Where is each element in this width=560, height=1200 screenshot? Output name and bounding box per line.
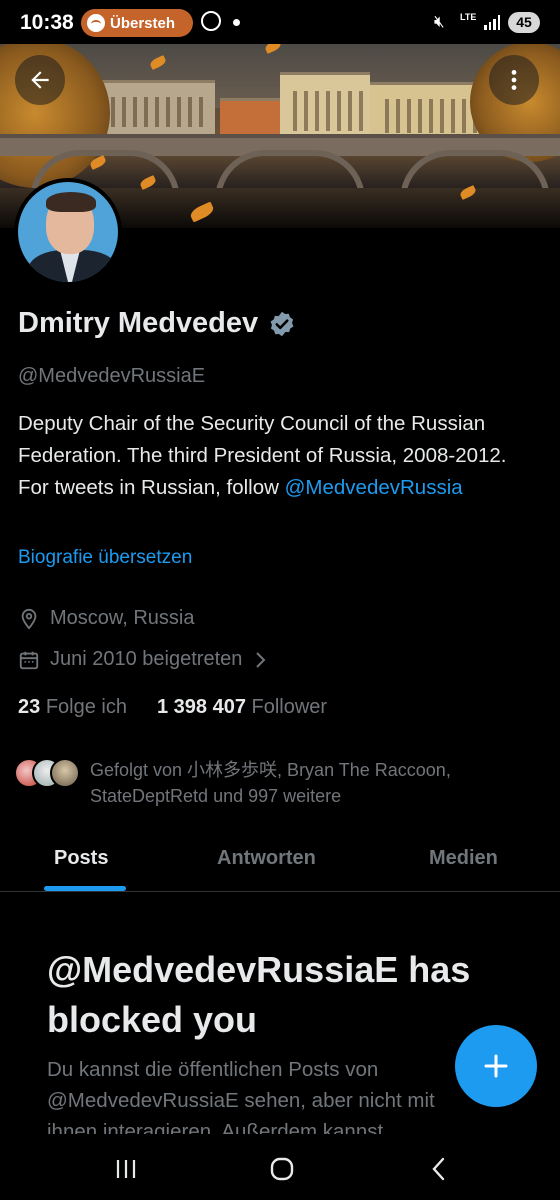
followed-by-avatars[interactable] bbox=[14, 758, 80, 788]
media-app-label: Übersteh bbox=[110, 14, 176, 32]
translate-bio-link[interactable]: Biografie übersetzen bbox=[18, 547, 192, 569]
mute-icon: 🔇︎ bbox=[434, 12, 445, 31]
spotify-icon bbox=[87, 14, 105, 32]
followed-by-text[interactable]: Gefolgt von 小林多歩咲, Bryan The Raccoon, St… bbox=[90, 757, 540, 809]
status-bar: 10:38 Übersteh 🔇︎ LTE 45 bbox=[0, 0, 560, 44]
active-tab-indicator bbox=[44, 886, 126, 891]
followers-stat[interactable]: 1 398 407 Follower bbox=[157, 696, 327, 719]
profile-handle: @MedvedevRussiaE bbox=[18, 365, 206, 387]
profile-name-row: Dmitry Medvedev bbox=[18, 307, 296, 340]
verified-badge-icon[interactable] bbox=[268, 310, 296, 338]
profile-location: Moscow, Russia bbox=[50, 607, 195, 629]
status-time: 10:38 bbox=[20, 11, 74, 34]
profile-bio: Deputy Chair of the Security Council of … bbox=[18, 408, 518, 504]
media-notification-chip[interactable]: Übersteh bbox=[81, 9, 193, 37]
following-stat[interactable]: 23 Folge ich bbox=[18, 696, 127, 719]
profile-name: Dmitry Medvedev bbox=[18, 307, 259, 339]
more-vertical-icon bbox=[511, 70, 517, 90]
avatar[interactable] bbox=[14, 178, 122, 286]
compose-button[interactable] bbox=[455, 1025, 537, 1107]
location-pin-icon bbox=[21, 608, 37, 630]
chevron-right-icon bbox=[256, 651, 266, 668]
notification-dot-icon bbox=[233, 19, 240, 26]
profile-tabs: Posts Antworten Medien bbox=[0, 830, 560, 892]
bio-mention-link[interactable]: @MedvedevRussia bbox=[285, 476, 463, 499]
following-label: Folge ich bbox=[45, 696, 127, 718]
recent-apps-button[interactable] bbox=[111, 1154, 141, 1184]
system-back-button[interactable] bbox=[424, 1154, 454, 1184]
tab-posts[interactable]: Posts bbox=[54, 847, 108, 870]
tab-media[interactable]: Medien bbox=[429, 847, 498, 870]
followers-count: 1 398 407 bbox=[156, 696, 246, 718]
followers-label: Follower bbox=[251, 696, 328, 718]
joined-row[interactable]: Juni 2010 beigetreten bbox=[18, 648, 268, 671]
back-button[interactable] bbox=[15, 55, 65, 105]
follow-stats: 23 Folge ich 1 398 407 Follower bbox=[18, 696, 327, 719]
plus-icon bbox=[484, 1054, 508, 1078]
following-count: 23 bbox=[18, 696, 41, 718]
tab-replies[interactable]: Antworten bbox=[217, 847, 316, 870]
whatsapp-icon bbox=[201, 11, 221, 31]
signal-icon bbox=[484, 14, 500, 30]
blocked-title: @MedvedevRussiaE has blocked you bbox=[47, 949, 471, 1040]
more-options-button[interactable] bbox=[489, 55, 539, 105]
blocked-description: Du kannst die öffentlichen Posts von @Me… bbox=[47, 1058, 435, 1134]
network-type: LTE bbox=[460, 12, 477, 22]
recent-apps-icon bbox=[116, 1160, 136, 1178]
home-button[interactable] bbox=[267, 1154, 297, 1184]
profile-joined-date: Juni 2010 beigetreten bbox=[50, 648, 243, 670]
back-arrow-icon bbox=[31, 71, 49, 89]
home-icon bbox=[270, 1157, 294, 1181]
battery-indicator: 45 bbox=[508, 12, 540, 33]
system-nav-bar bbox=[0, 1134, 560, 1200]
back-chevron-icon bbox=[432, 1157, 445, 1181]
calendar-icon bbox=[19, 651, 39, 669]
location-row: Moscow, Russia bbox=[18, 607, 195, 630]
